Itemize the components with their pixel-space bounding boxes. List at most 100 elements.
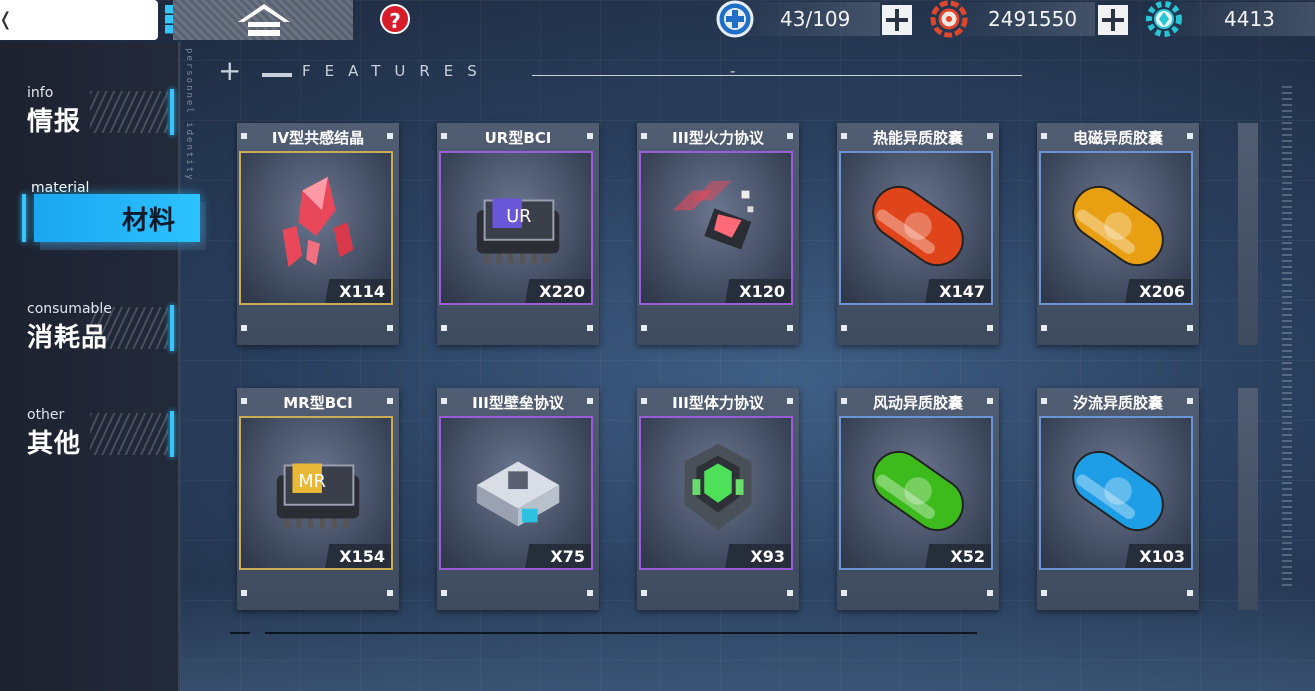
sidebar-item-en-label: consumable	[27, 301, 112, 317]
item-quantity: X93	[750, 547, 785, 566]
corner-marker	[1187, 398, 1193, 404]
item-quantity: X75	[550, 547, 585, 566]
corner-marker	[387, 398, 393, 404]
corner-marker	[841, 133, 847, 139]
item-frame: X75	[439, 416, 593, 570]
corner-marker	[387, 590, 393, 596]
wind-capsule-icon	[872, 450, 964, 532]
corner-marker	[987, 590, 993, 596]
item-frame: X206	[1039, 151, 1193, 305]
corner-marker	[1187, 133, 1193, 139]
corner-marker	[241, 590, 247, 596]
coin-gear-icon	[930, 0, 968, 38]
item-name: 汐流异质胶囊	[1072, 394, 1163, 412]
item-card[interactable]: 汐流异质胶囊 X103	[1037, 388, 1199, 610]
sidebar-item-indicator	[170, 411, 174, 457]
crystal-value: 4413	[1224, 7, 1275, 31]
item-card[interactable]: III型火力协议 X120	[637, 123, 799, 345]
svg-text:MR: MR	[298, 472, 326, 492]
hatch-decoration	[90, 91, 168, 133]
features-header: + FEATURES -	[218, 56, 1038, 86]
item-frame: X147	[839, 151, 993, 305]
item-quantity: X206	[1139, 282, 1185, 301]
item-name: UR型BCI	[484, 129, 552, 147]
stamina-value: 43/109	[780, 7, 851, 31]
sidebar-item-en-label: other	[27, 407, 65, 423]
corner-marker	[441, 325, 447, 331]
home-icon[interactable]	[236, 2, 292, 38]
electromagnetic-capsule-icon	[1072, 185, 1164, 267]
item-name: III型火力协议	[672, 129, 764, 147]
item-card[interactable]: UR型BCI UR X220	[437, 123, 599, 345]
item-quantity: X103	[1139, 547, 1185, 566]
item-quantity: X154	[339, 547, 385, 566]
ur-chip-icon: UR	[476, 198, 560, 264]
corner-marker	[387, 325, 393, 331]
sidebar-item-en-label: info	[27, 85, 54, 101]
corner-marker	[987, 398, 993, 404]
cross-mark: +	[218, 54, 242, 87]
item-card[interactable]: IV型共感结晶 X114	[237, 123, 399, 345]
sidebar-item-indicator	[170, 89, 174, 135]
item-name: III型体力协议	[672, 394, 764, 412]
item-name: IV型共感结晶	[271, 129, 365, 147]
item-frame: X52	[839, 416, 993, 570]
item-name: III型壁垒协议	[472, 394, 564, 412]
item-name: 电磁异质胶囊	[1072, 129, 1163, 147]
features-label: FEATURES	[302, 62, 491, 80]
item-card[interactable]: III型壁垒协议 X75	[437, 388, 599, 610]
add-stamina-button[interactable]	[882, 5, 912, 35]
dash-decoration	[262, 73, 292, 77]
corner-marker	[841, 590, 847, 596]
scroll-decoration	[1282, 86, 1292, 586]
sidebar-item-label: 材料	[122, 206, 177, 236]
corner-marker	[587, 325, 593, 331]
corner-marker	[1041, 590, 1047, 596]
hatch-decoration	[90, 413, 168, 455]
sidebar-item-label: 消耗品	[27, 323, 109, 353]
search-box[interactable]: ❬	[0, 0, 158, 40]
item-quantity: X147	[939, 282, 985, 301]
question-icon[interactable]: ?	[380, 4, 410, 34]
stamina-protocol-icon	[684, 443, 752, 531]
item-frame: MR X154	[239, 416, 393, 570]
item-frame: X114	[239, 151, 393, 305]
features-suffix: -	[730, 62, 736, 80]
corner-marker	[241, 133, 247, 139]
corner-marker	[641, 398, 647, 404]
cursor-mark: ❬	[0, 9, 13, 30]
coin-value: 2491550	[988, 7, 1078, 31]
corner-marker	[587, 133, 593, 139]
corner-marker	[241, 398, 247, 404]
corner-marker	[1041, 325, 1047, 331]
item-card[interactable]: 电磁异质胶囊 X206	[1037, 123, 1199, 345]
item-card[interactable]: III型体力协议 X93	[637, 388, 799, 610]
corner-marker	[641, 590, 647, 596]
red-crystal-icon	[282, 176, 354, 268]
corner-marker	[587, 590, 593, 596]
corner-marker	[841, 398, 847, 404]
corner-marker	[1187, 590, 1193, 596]
item-card[interactable]: 风动异质胶囊 X52	[837, 388, 999, 610]
sidebar-item-consumable[interactable]: consumable 消耗品	[0, 301, 178, 361]
item-name: MR型BCI	[283, 394, 353, 412]
item-quantity: X52	[950, 547, 985, 566]
item-card[interactable]: 热能异质胶囊 X147	[837, 123, 999, 345]
sidebar-item-info[interactable]: info 情报	[0, 85, 178, 145]
item-card-partial[interactable]	[1238, 388, 1258, 610]
item-frame: UR X220	[439, 151, 593, 305]
sidebar-item-label: 情报	[27, 107, 82, 137]
item-card-partial[interactable]	[1238, 123, 1258, 345]
tide-capsule-icon	[1072, 450, 1164, 532]
barrier-protocol-icon	[476, 461, 560, 527]
sidebar-item-indicator	[170, 305, 174, 351]
bottom-dash	[230, 632, 250, 634]
corner-marker	[587, 398, 593, 404]
add-coin-button[interactable]	[1098, 5, 1128, 35]
item-card[interactable]: MR型BCI MR X154	[237, 388, 399, 610]
item-frame: X93	[639, 416, 793, 570]
bottom-line	[265, 632, 977, 634]
item-name: 热能异质胶囊	[872, 129, 963, 147]
sidebar-item-other[interactable]: other 其他	[0, 407, 178, 467]
sidebar-item-material[interactable]: material 材料	[0, 180, 206, 270]
